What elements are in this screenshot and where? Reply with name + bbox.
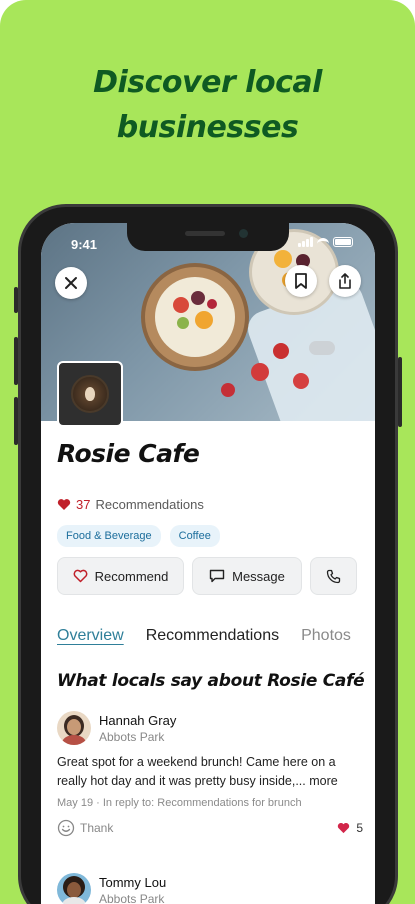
wifi-icon — [317, 237, 329, 247]
bookmark-button[interactable] — [285, 265, 317, 297]
smile-icon — [57, 819, 75, 837]
promo-headline: Discover local businesses — [0, 60, 415, 150]
recommend-label: Recommend — [94, 568, 169, 584]
recommendations-summary[interactable]: 37 Recommendations — [57, 497, 204, 512]
message-label: Message — [232, 568, 285, 584]
review-card: Tommy Lou Abbots Park — [57, 873, 363, 904]
app-screen: 9:41 Rosie Cafe 37 Recommendations Food … — [41, 223, 375, 904]
reviewer-location: Abbots Park — [99, 729, 165, 744]
close-button[interactable] — [55, 267, 87, 299]
likes-count: 5 — [356, 821, 363, 835]
thank-button[interactable]: Thank — [57, 819, 113, 837]
review-meta: May 19 · In reply to: Recommendations fo… — [57, 797, 302, 809]
reviewer-location: Abbots Park — [99, 891, 165, 904]
tag-coffee[interactable]: Coffee — [169, 525, 220, 547]
avatar[interactable] — [57, 711, 91, 745]
share-button[interactable] — [329, 265, 361, 297]
message-icon — [209, 569, 225, 583]
avatar[interactable] — [57, 873, 91, 904]
status-time: 9:41 — [71, 237, 98, 252]
review-likes[interactable]: 5 — [337, 821, 363, 835]
headline-line-1: Discover local — [93, 65, 322, 100]
phone-power-button — [398, 357, 402, 427]
phone-mute-switch — [14, 287, 18, 313]
signal-icon — [298, 237, 313, 247]
heart-icon — [57, 499, 71, 510]
thank-label: Thank — [80, 821, 114, 835]
tab-recommendations[interactable]: Recommendations — [146, 627, 279, 645]
review-card: Hannah Gray Abbots Park Great spot for a… — [57, 711, 363, 837]
phone-volume-up — [14, 337, 18, 385]
battery-icon — [333, 237, 353, 247]
tab-overview[interactable]: Overview — [57, 627, 124, 645]
tag-food-beverage[interactable]: Food & Beverage — [57, 525, 161, 547]
reviewer-name[interactable]: Tommy Lou — [99, 875, 166, 890]
business-logo — [57, 361, 123, 427]
message-button[interactable]: Message — [192, 557, 302, 595]
phone-icon — [326, 569, 341, 583]
headline-line-2: businesses — [116, 110, 299, 145]
phone-notch — [127, 223, 289, 251]
bookmark-icon — [295, 273, 307, 289]
action-buttons: Recommend Message — [57, 557, 357, 595]
profile-tabs: Overview Recommendations Photos — [57, 627, 351, 645]
recommendations-count: 37 — [76, 497, 91, 512]
review-text[interactable]: Great spot for a weekend brunch! Came he… — [57, 753, 363, 791]
call-button[interactable] — [310, 557, 357, 595]
heart-outline-icon — [73, 569, 88, 583]
phone-frame: 9:41 Rosie Cafe 37 Recommendations Food … — [14, 204, 402, 904]
tab-photos[interactable]: Photos — [301, 627, 351, 645]
share-icon — [339, 273, 351, 289]
close-icon — [65, 277, 77, 289]
status-icons — [298, 237, 353, 247]
promo-background: Discover local businesses 9:41 Rosie Caf… — [0, 0, 415, 904]
heart-icon — [338, 823, 350, 834]
business-name: Rosie Cafe — [57, 439, 200, 468]
recommendations-label: Recommendations — [95, 497, 204, 512]
phone-volume-down — [14, 397, 18, 445]
reviewer-name[interactable]: Hannah Gray — [99, 713, 176, 728]
category-tags: Food & Beverage Coffee — [57, 525, 220, 547]
recommend-button[interactable]: Recommend — [57, 557, 184, 595]
reviews-section-title: What locals say about Rosie Café — [57, 671, 365, 691]
